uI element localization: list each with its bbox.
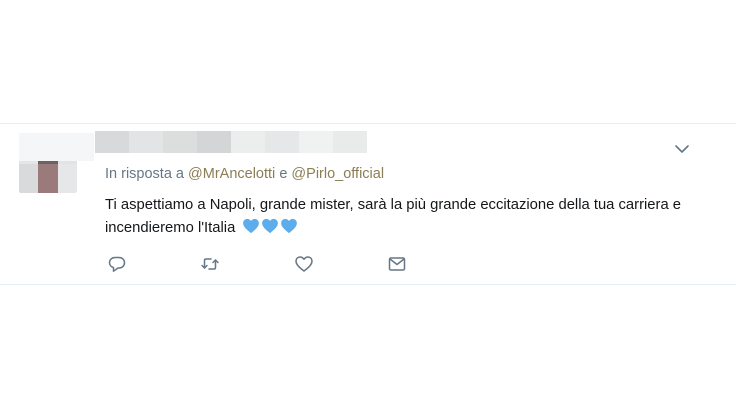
name-pixel xyxy=(231,131,265,153)
speech-bubble-icon xyxy=(108,256,126,272)
avatar-pixel xyxy=(19,164,39,193)
reply-conjunction: e xyxy=(279,166,288,182)
name-pixel xyxy=(163,131,197,153)
avatar-pixel xyxy=(38,164,58,193)
mention-link[interactable]: @Pirlo_official xyxy=(291,166,384,182)
name-pixel xyxy=(197,131,231,153)
name-pixel xyxy=(129,131,163,153)
like-button[interactable] xyxy=(294,254,314,274)
blurred-region xyxy=(19,133,94,161)
reply-prefix: In risposta a xyxy=(105,166,184,182)
name-pixel xyxy=(299,131,333,153)
blue-heart-icon xyxy=(243,218,260,234)
retweet-button[interactable] xyxy=(200,254,220,274)
reply-context: In risposta a @MrAncelotti e @Pirlo_offi… xyxy=(105,166,384,182)
mention-link[interactable]: @MrAncelotti xyxy=(188,166,275,182)
tweet-body: Ti aspettiamo a Napoli, grande mister, s… xyxy=(105,197,682,236)
chevron-down-icon[interactable] xyxy=(672,139,692,159)
emoji-group xyxy=(242,217,298,235)
heart-icon xyxy=(295,256,313,272)
direct-message-button[interactable] xyxy=(387,254,407,274)
name-pixel xyxy=(333,131,367,153)
reply-button[interactable] xyxy=(107,254,127,274)
envelope-icon xyxy=(388,257,406,271)
name-pixel xyxy=(95,131,129,153)
retweet-icon xyxy=(201,258,219,270)
author-name-pixelated[interactable] xyxy=(95,131,367,153)
name-pixel xyxy=(265,131,299,153)
blue-heart-icon xyxy=(281,218,298,234)
avatar-pixel xyxy=(57,164,77,193)
tweet-card[interactable]: In risposta a @MrAncelotti e @Pirlo_offi… xyxy=(0,123,736,285)
tweet-text: Ti aspettiamo a Napoli, grande mister, s… xyxy=(105,194,695,240)
blue-heart-icon xyxy=(262,218,279,234)
